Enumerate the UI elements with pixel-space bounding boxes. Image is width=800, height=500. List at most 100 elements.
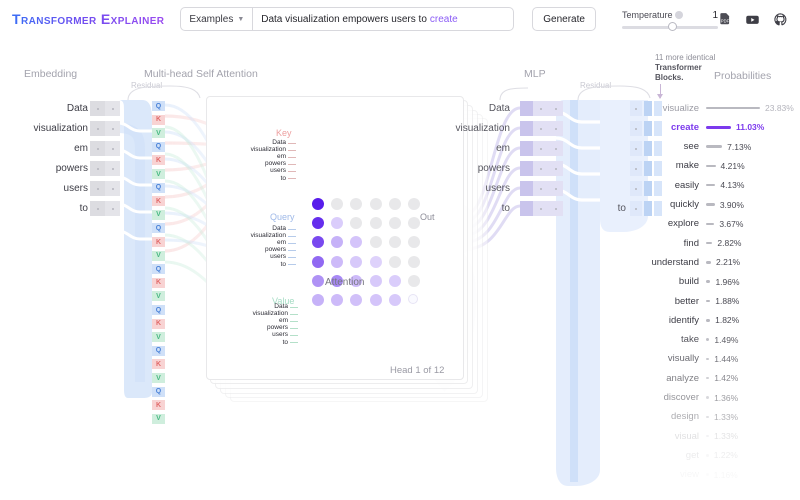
- embedding-cell-row: [90, 161, 120, 176]
- probability-word: understand: [651, 256, 699, 268]
- attention-cell[interactable]: [312, 255, 324, 268]
- probability-word: analyze: [666, 372, 699, 384]
- mlp-token-1: visualization: [455, 123, 510, 134]
- probability-bar: [706, 473, 709, 476]
- probability-row[interactable]: quickly 3.90%: [648, 198, 800, 212]
- probability-row[interactable]: discover 1.36%: [648, 391, 800, 405]
- probability-row[interactable]: get 1.22%: [648, 448, 800, 462]
- probability-row[interactable]: visual 1.33%: [648, 429, 800, 443]
- cell-dot-icon: [554, 167, 557, 170]
- probability-row[interactable]: easily 4.13%: [648, 178, 800, 192]
- probability-row[interactable]: analyze 1.42%: [648, 371, 800, 385]
- examples-dropdown[interactable]: Examples ▼: [180, 7, 253, 31]
- prompt-input[interactable]: Data visualization empowers users to cre…: [252, 7, 515, 31]
- attention-cell[interactable]: [408, 274, 420, 287]
- info-icon[interactable]: [675, 11, 684, 19]
- probability-row[interactable]: understand 2.21%: [648, 255, 800, 269]
- probability-bar: [706, 376, 710, 380]
- slider-thumb[interactable]: [668, 22, 678, 31]
- attention-cell[interactable]: [388, 274, 401, 287]
- cell-dot-icon: [554, 147, 557, 150]
- blocks-note-line2: Transformer: [655, 63, 702, 72]
- attention-cell[interactable]: [369, 294, 382, 306]
- attention-cell[interactable]: [388, 217, 401, 230]
- temperature-control[interactable]: Temperature 1: [621, 10, 718, 31]
- probability-row[interactable]: explore 3.67%: [648, 217, 800, 231]
- github-icon[interactable]: [773, 12, 788, 27]
- cell-dot-icon: [111, 107, 114, 110]
- probability-percent: 1.42%: [714, 373, 739, 384]
- attention-cell[interactable]: [388, 294, 401, 306]
- probability-percent: 1.88%: [715, 296, 740, 306]
- attention-cell[interactable]: [408, 255, 420, 268]
- attention-cell[interactable]: [388, 255, 401, 268]
- probability-row[interactable]: create 11.03%: [648, 120, 800, 134]
- probability-row[interactable]: better 1.88%: [648, 294, 800, 308]
- probability-row[interactable]: see 7.13%: [648, 140, 800, 154]
- attention-cell[interactable]: [331, 255, 344, 268]
- mlp-cell: [548, 121, 563, 136]
- attention-cell[interactable]: [350, 255, 363, 268]
- mlp-cell-row: [520, 201, 563, 216]
- probability-row[interactable]: design 1.33%: [648, 410, 800, 424]
- probability-row[interactable]: visualize 23.83%: [648, 101, 800, 115]
- probability-percent: 1.96%: [715, 276, 740, 287]
- qkv-block-k: K: [152, 114, 165, 125]
- output-token: to: [617, 203, 626, 214]
- pdf-paper-icon[interactable]: PDF: [718, 12, 732, 26]
- residual-cell: [630, 141, 642, 156]
- attention-cell[interactable]: [312, 274, 324, 287]
- qkv-block-q: Q: [152, 345, 165, 356]
- temperature-slider[interactable]: [621, 22, 718, 31]
- probability-bar: [706, 145, 723, 148]
- embedding-cell: [105, 201, 120, 216]
- cell-dot-icon: [111, 127, 114, 130]
- mlp-cell: [548, 101, 563, 116]
- attention-cell[interactable]: [388, 198, 401, 210]
- probability-percent: 1.49%: [714, 334, 739, 345]
- attention-cell[interactable]: [369, 236, 382, 249]
- probability-row[interactable]: view 1.16%: [648, 468, 800, 482]
- qkv-block-k: K: [152, 359, 165, 370]
- attention-cell[interactable]: [312, 294, 324, 306]
- generate-label: Generate: [543, 13, 585, 25]
- cell-dot-icon: [635, 167, 637, 170]
- mlp-cell-row: [520, 181, 563, 196]
- embedding-token-5: to: [79, 203, 88, 214]
- probability-bar: [706, 338, 710, 341]
- cell-dot-icon: [96, 187, 99, 190]
- attention-cell[interactable]: [369, 217, 382, 230]
- probability-row[interactable]: visually 1.44%: [648, 352, 800, 366]
- probability-bar: [706, 241, 713, 245]
- probability-percent: 1.36%: [714, 392, 739, 403]
- attention-cell[interactable]: [312, 198, 324, 210]
- youtube-icon[interactable]: [745, 12, 760, 27]
- cell-dot-icon: [539, 167, 542, 170]
- residual-cell: [630, 121, 642, 136]
- mlp-cell: [548, 161, 563, 176]
- probability-word: visualize: [662, 102, 699, 114]
- cell-dot-icon: [635, 127, 637, 130]
- probability-percent: 2.21%: [716, 257, 741, 268]
- probability-bar: [706, 164, 716, 168]
- generate-button[interactable]: Generate: [532, 7, 596, 31]
- cell-dot-icon: [539, 207, 542, 210]
- probability-row[interactable]: take 1.49%: [648, 333, 800, 347]
- down-arrow-icon: [657, 84, 663, 99]
- embedding-cell-row: [90, 201, 120, 216]
- cell-dot-icon: [96, 167, 99, 170]
- probability-row[interactable]: identify 1.82%: [648, 313, 800, 327]
- attention-cell[interactable]: [408, 198, 420, 210]
- attention-cell[interactable]: [408, 294, 418, 304]
- probability-row[interactable]: find 2.82%: [648, 236, 800, 250]
- key-label: Key: [276, 128, 292, 138]
- embedding-cell: [105, 141, 120, 156]
- probability-bar: [706, 415, 709, 419]
- probability-row[interactable]: make 4.21%: [648, 159, 800, 173]
- attention-cell[interactable]: [369, 274, 382, 287]
- attention-cell[interactable]: [369, 255, 382, 268]
- probability-percent: 1.16%: [714, 470, 738, 480]
- mlp-cell: [520, 201, 533, 216]
- attention-cell[interactable]: [369, 198, 382, 210]
- probability-row[interactable]: build 1.96%: [648, 275, 800, 289]
